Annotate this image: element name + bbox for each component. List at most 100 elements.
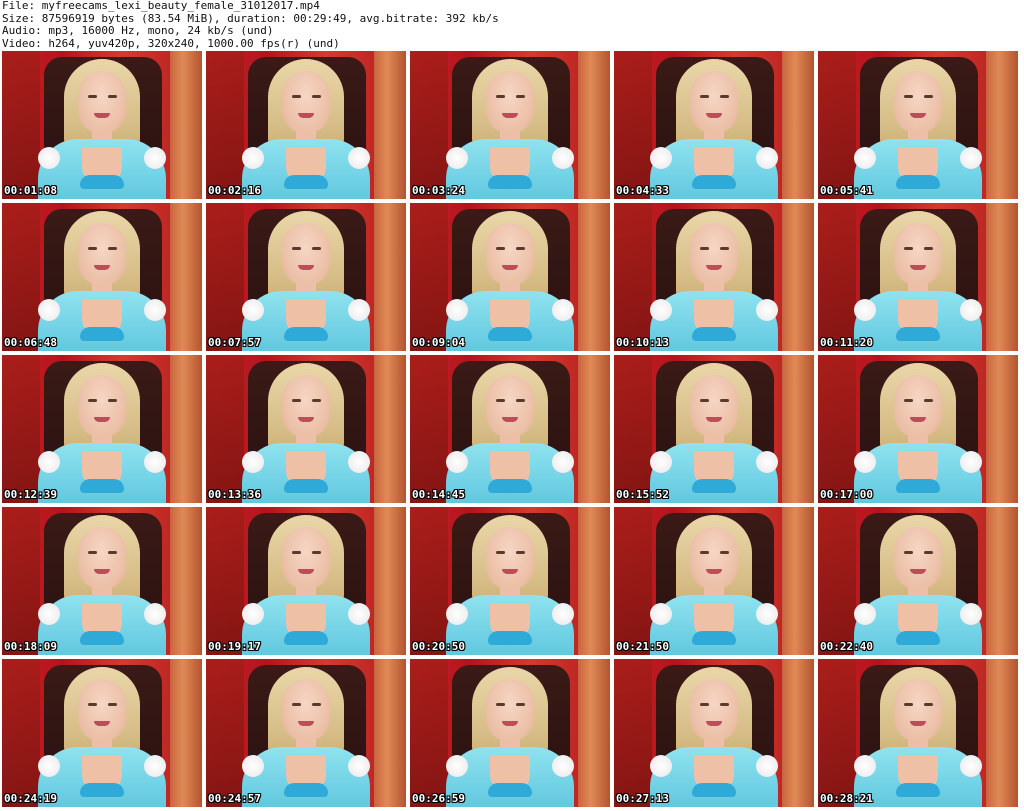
wooden-door bbox=[374, 51, 406, 199]
right-lace-sleeve bbox=[144, 299, 166, 321]
mouth bbox=[94, 569, 110, 574]
background-wall bbox=[614, 203, 652, 351]
mouth bbox=[706, 265, 722, 270]
frame-timestamp: 00:09:04 bbox=[412, 336, 465, 349]
wooden-door bbox=[986, 355, 1018, 503]
background-wall bbox=[410, 659, 448, 807]
file-name-line: File: myfreecams_lexi_beauty_female_3101… bbox=[2, 0, 320, 12]
left-eye bbox=[700, 703, 709, 706]
left-lace-sleeve bbox=[38, 451, 60, 473]
face bbox=[282, 679, 330, 741]
right-eye bbox=[924, 95, 933, 98]
right-eye bbox=[516, 703, 525, 706]
mouth bbox=[298, 417, 314, 422]
left-lace-sleeve bbox=[650, 147, 672, 169]
mouth bbox=[502, 265, 518, 270]
left-eye bbox=[700, 247, 709, 250]
background-wall bbox=[206, 659, 244, 807]
right-lace-sleeve bbox=[756, 147, 778, 169]
background-wall bbox=[410, 507, 448, 655]
face bbox=[78, 223, 126, 285]
left-eye bbox=[700, 399, 709, 402]
video-frame-thumbnail: 00:15:52 bbox=[614, 355, 814, 503]
background-wall bbox=[2, 203, 40, 351]
wooden-door bbox=[782, 355, 814, 503]
right-eye bbox=[108, 399, 117, 402]
right-eye bbox=[516, 399, 525, 402]
video-frame-thumbnail: 00:07:57 bbox=[206, 203, 406, 351]
left-lace-sleeve bbox=[38, 147, 60, 169]
right-eye bbox=[312, 703, 321, 706]
right-eye bbox=[312, 551, 321, 554]
wooden-door bbox=[986, 203, 1018, 351]
face bbox=[282, 71, 330, 133]
face bbox=[690, 375, 738, 437]
background-wall bbox=[2, 507, 40, 655]
wooden-door bbox=[374, 659, 406, 807]
right-eye bbox=[108, 247, 117, 250]
blue-bra bbox=[488, 479, 532, 493]
wooden-door bbox=[170, 507, 202, 655]
video-frame-thumbnail: 00:22:40 bbox=[818, 507, 1018, 655]
face bbox=[486, 223, 534, 285]
mouth bbox=[298, 721, 314, 726]
frame-timestamp: 00:04:33 bbox=[616, 184, 669, 197]
right-eye bbox=[108, 95, 117, 98]
blue-bra bbox=[284, 479, 328, 493]
background-wall bbox=[2, 659, 40, 807]
video-info-line: Video: h264, yuv420p, 320x240, 1000.00 f… bbox=[2, 36, 340, 50]
frame-timestamp: 00:17:00 bbox=[820, 488, 873, 501]
blue-bra bbox=[80, 327, 124, 341]
right-lace-sleeve bbox=[756, 755, 778, 777]
left-eye bbox=[292, 703, 301, 706]
right-eye bbox=[720, 95, 729, 98]
background-wall bbox=[410, 203, 448, 351]
right-lace-sleeve bbox=[348, 451, 370, 473]
background-wall bbox=[818, 659, 856, 807]
blue-bra bbox=[488, 783, 532, 797]
blue-bra bbox=[896, 327, 940, 341]
right-eye bbox=[924, 703, 933, 706]
blue-bra bbox=[284, 327, 328, 341]
video-frame-thumbnail: 00:20:50 bbox=[410, 507, 610, 655]
wooden-door bbox=[578, 507, 610, 655]
video-frame-thumbnail: 00:02:16 bbox=[206, 51, 406, 199]
mouth bbox=[910, 265, 926, 270]
mouth bbox=[502, 569, 518, 574]
background-wall bbox=[818, 355, 856, 503]
right-eye bbox=[108, 551, 117, 554]
frame-timestamp: 00:10:13 bbox=[616, 336, 669, 349]
left-lace-sleeve bbox=[242, 299, 264, 321]
background-wall bbox=[2, 355, 40, 503]
wooden-door bbox=[170, 659, 202, 807]
frame-timestamp: 00:12:39 bbox=[4, 488, 57, 501]
left-eye bbox=[292, 95, 301, 98]
frame-timestamp: 00:26:59 bbox=[412, 792, 465, 805]
blue-bra bbox=[80, 783, 124, 797]
left-lace-sleeve bbox=[854, 451, 876, 473]
left-lace-sleeve bbox=[242, 451, 264, 473]
right-eye bbox=[516, 551, 525, 554]
left-eye bbox=[292, 247, 301, 250]
mouth bbox=[94, 265, 110, 270]
video-frame-thumbnail: 00:21:50 bbox=[614, 507, 814, 655]
mouth bbox=[706, 113, 722, 118]
left-eye bbox=[292, 551, 301, 554]
right-eye bbox=[924, 551, 933, 554]
thumbnail-grid: 00:01:08 00:02:16 00:03:24 00:04:33 00:05:41… bbox=[2, 51, 1022, 809]
wooden-door bbox=[170, 355, 202, 503]
background-wall bbox=[818, 51, 856, 199]
mouth bbox=[298, 113, 314, 118]
right-eye bbox=[108, 703, 117, 706]
left-lace-sleeve bbox=[38, 603, 60, 625]
left-eye bbox=[88, 399, 97, 402]
background-wall bbox=[206, 203, 244, 351]
frame-timestamp: 00:06:48 bbox=[4, 336, 57, 349]
wooden-door bbox=[578, 51, 610, 199]
face bbox=[282, 223, 330, 285]
left-eye bbox=[88, 95, 97, 98]
blue-bra bbox=[692, 783, 736, 797]
video-frame-thumbnail: 00:27:13 bbox=[614, 659, 814, 807]
background-wall bbox=[614, 51, 652, 199]
left-eye bbox=[700, 551, 709, 554]
